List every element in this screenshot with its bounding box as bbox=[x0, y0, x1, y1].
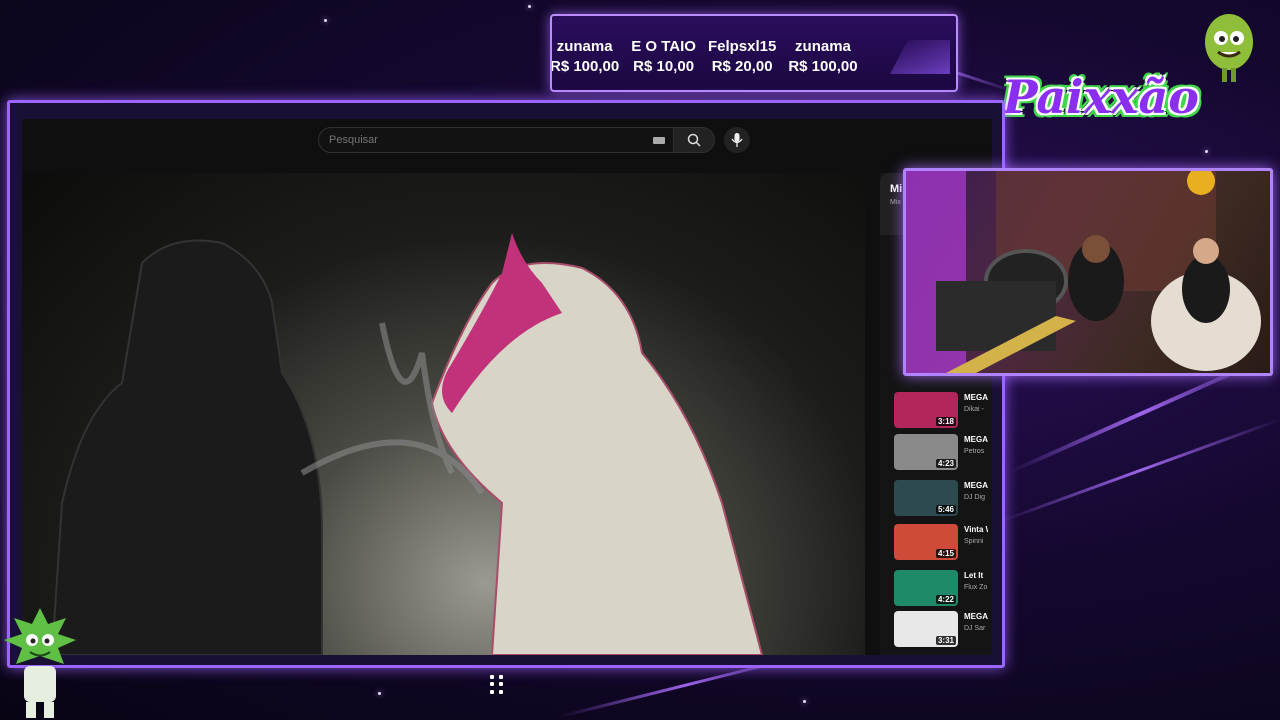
star bbox=[378, 692, 381, 695]
browser-capture: Mi Mix bbox=[22, 119, 992, 655]
main-content-frame: Mi Mix bbox=[7, 100, 1005, 668]
playlist-item-text: MEGA Dikai - bbox=[958, 392, 988, 432]
donation-amount: R$ 100,00 bbox=[550, 58, 620, 75]
playlist-item[interactable]: 5:46 MEGA DIFER DJ Dig bbox=[894, 480, 994, 520]
voice-search-button[interactable] bbox=[724, 127, 750, 153]
playlist-item-title[interactable]: Let It bbox=[964, 570, 988, 582]
keyboard-icon[interactable] bbox=[653, 137, 665, 144]
playlist-item-channel: Flux Zo bbox=[964, 584, 988, 591]
donor-name: E O TAIO bbox=[631, 38, 696, 55]
video-duration: 4:23 bbox=[935, 459, 956, 468]
webcam-feed bbox=[903, 168, 1273, 376]
donation-amount: R$ 20,00 bbox=[711, 58, 773, 75]
video-duration: 4:15 bbox=[935, 549, 956, 558]
grid-dots-icon bbox=[490, 675, 504, 695]
video-duration: 4:22 bbox=[935, 595, 956, 604]
playlist-item-channel: DJ Dig bbox=[964, 494, 986, 501]
playlist-item-channel: DJ Sar bbox=[964, 625, 986, 632]
donation-ticker: zunama R$ 100,00 E O TAIO R$ 10,00 Felps… bbox=[550, 14, 958, 92]
playlist-thumbnail[interactable]: 5:46 bbox=[894, 480, 958, 516]
figure-dark-hoodie bbox=[50, 239, 323, 655]
playlist-item-channel: Spinni bbox=[964, 538, 984, 545]
playlist-item-title[interactable]: MEGA bbox=[964, 392, 988, 404]
star bbox=[1205, 150, 1208, 153]
playlist-item-text: Let It Flux Zo bbox=[958, 570, 988, 610]
playlist-thumbnail[interactable]: 4:23 bbox=[894, 434, 958, 470]
ticker-item: zunama R$ 100,00 bbox=[788, 38, 857, 75]
donor-name: Felpsxl15 bbox=[707, 38, 777, 55]
playlist-item-text: MEGA CAMI DJ Sar bbox=[958, 611, 988, 651]
star bbox=[803, 700, 806, 703]
star bbox=[324, 19, 327, 22]
playlist-thumbnail[interactable]: 3:18 bbox=[894, 392, 958, 428]
donation-amount: R$ 100,00 bbox=[788, 58, 858, 75]
donor-name: zunama bbox=[556, 38, 613, 55]
playlist-thumbnail[interactable]: 4:15 bbox=[894, 524, 958, 560]
logo-text: Paixxão bbox=[1003, 70, 1199, 124]
playlist-item-title[interactable]: Vinta Will F bbox=[964, 524, 988, 536]
playlist-item-title[interactable]: MEGA PETR bbox=[964, 434, 988, 446]
donor-name: zunama bbox=[795, 38, 851, 55]
video-player[interactable] bbox=[22, 173, 865, 655]
search-button[interactable] bbox=[673, 127, 715, 153]
playlist-item[interactable]: 4:22 Let It Flux Zo bbox=[894, 570, 994, 610]
playlist-item-title[interactable]: MEGA CAMI bbox=[964, 611, 988, 623]
video-duration: 5:46 bbox=[935, 505, 956, 514]
channel-logo: Paixxão bbox=[995, 62, 1205, 170]
playlist-item-channel: Dikai - bbox=[964, 406, 984, 413]
playlist-item-text: MEGA DIFER DJ Dig bbox=[958, 480, 988, 520]
microphone-icon bbox=[731, 133, 743, 147]
playlist-item[interactable]: 4:23 MEGA PETR Petros bbox=[894, 434, 994, 474]
star bbox=[528, 5, 531, 8]
playlist-item[interactable]: 4:15 Vinta Will F Spinni bbox=[894, 524, 994, 564]
ticker-item: Felpsxl15 R$ 20,00 bbox=[708, 38, 776, 75]
playlist-item-text: Vinta Will F Spinni bbox=[958, 524, 988, 564]
search-icon bbox=[687, 133, 701, 147]
light-beam bbox=[999, 417, 1280, 523]
search-box[interactable] bbox=[318, 127, 674, 153]
mascot-icon bbox=[1205, 14, 1253, 82]
playlist-item[interactable]: 3:31 MEGA CAMI DJ Sar bbox=[894, 611, 994, 651]
search-input[interactable] bbox=[329, 134, 629, 146]
video-frame bbox=[50, 233, 764, 655]
ticker-track: zunama R$ 100,00 E O TAIO R$ 10,00 Felps… bbox=[552, 38, 858, 75]
playlist-item[interactable]: 3:18 MEGA Dikai - bbox=[894, 392, 994, 432]
donation-amount: R$ 10,00 bbox=[633, 58, 695, 75]
playlist-item-title[interactable]: MEGA DIFER bbox=[964, 480, 988, 492]
ticker-accent-shape bbox=[890, 40, 950, 74]
mascot-bottom-icon bbox=[4, 608, 76, 718]
ticker-item: E O TAIO R$ 10,00 bbox=[631, 38, 696, 75]
playlist-item-text: MEGA PETR Petros bbox=[958, 434, 988, 474]
playlist-thumbnail[interactable]: 3:31 bbox=[894, 611, 958, 647]
playlist-thumbnail[interactable]: 4:22 bbox=[894, 570, 958, 606]
webcam-scene bbox=[906, 171, 1261, 373]
video-duration: 3:18 bbox=[935, 417, 956, 426]
ticker-item: zunama R$ 100,00 bbox=[550, 38, 620, 75]
playlist-item-channel: Petros bbox=[964, 448, 985, 455]
video-duration: 3:31 bbox=[935, 636, 956, 645]
